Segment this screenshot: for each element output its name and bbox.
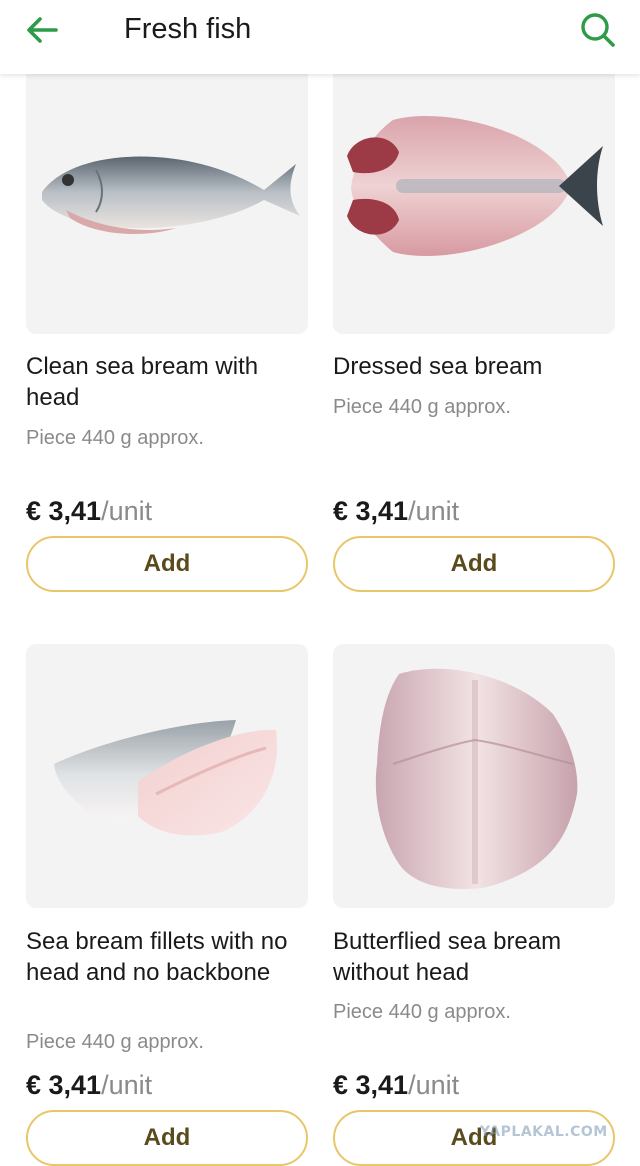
price-unit: /unit [408, 1070, 460, 1100]
product-weight: Piece 440 g approx. [333, 396, 511, 418]
whole-fish-image[interactable] [26, 60, 308, 334]
product-price: € 3,41/unit [333, 494, 615, 528]
dressed-fish-image[interactable] [333, 60, 615, 334]
price-unit: /unit [408, 496, 460, 526]
price-unit: /unit [101, 496, 153, 526]
price-amount: € 3,41 [26, 1070, 102, 1100]
top-app-bar: Fresh fish [0, 0, 640, 74]
product-price: € 3,41/unit [26, 1068, 308, 1102]
product-price: € 3,41/unit [333, 1068, 615, 1102]
arrow-left-icon [27, 17, 58, 43]
search-icon [581, 13, 615, 47]
product-weight: Piece 440 g approx. [26, 427, 204, 449]
product-name[interactable]: Dressed sea bream [333, 351, 615, 382]
fish-fillets-image[interactable] [26, 644, 308, 908]
back-button[interactable] [20, 8, 64, 52]
price-unit: /unit [101, 1070, 153, 1100]
product-name[interactable]: Butterflied sea bream without head [333, 926, 615, 988]
price-amount: € 3,41 [333, 496, 409, 526]
product-weight: Piece 440 g approx. [26, 1031, 204, 1053]
add-button[interactable]: Add [26, 536, 308, 592]
butterflied-fish-image[interactable] [333, 644, 615, 908]
watermark: YAPLAKAL.COM [480, 1124, 608, 1140]
price-amount: € 3,41 [333, 1070, 409, 1100]
product-weight: Piece 440 g approx. [333, 1001, 511, 1023]
add-button[interactable]: Add [333, 536, 615, 592]
product-name[interactable]: Clean sea bream with head [26, 351, 308, 413]
product-price: € 3,41/unit [26, 494, 308, 528]
add-button[interactable]: Add [26, 1110, 308, 1166]
price-amount: € 3,41 [26, 496, 102, 526]
page-title: Fresh fish [124, 13, 252, 45]
search-button[interactable] [574, 8, 622, 52]
product-name[interactable]: Sea bream fillets with no head and no ba… [26, 926, 308, 988]
